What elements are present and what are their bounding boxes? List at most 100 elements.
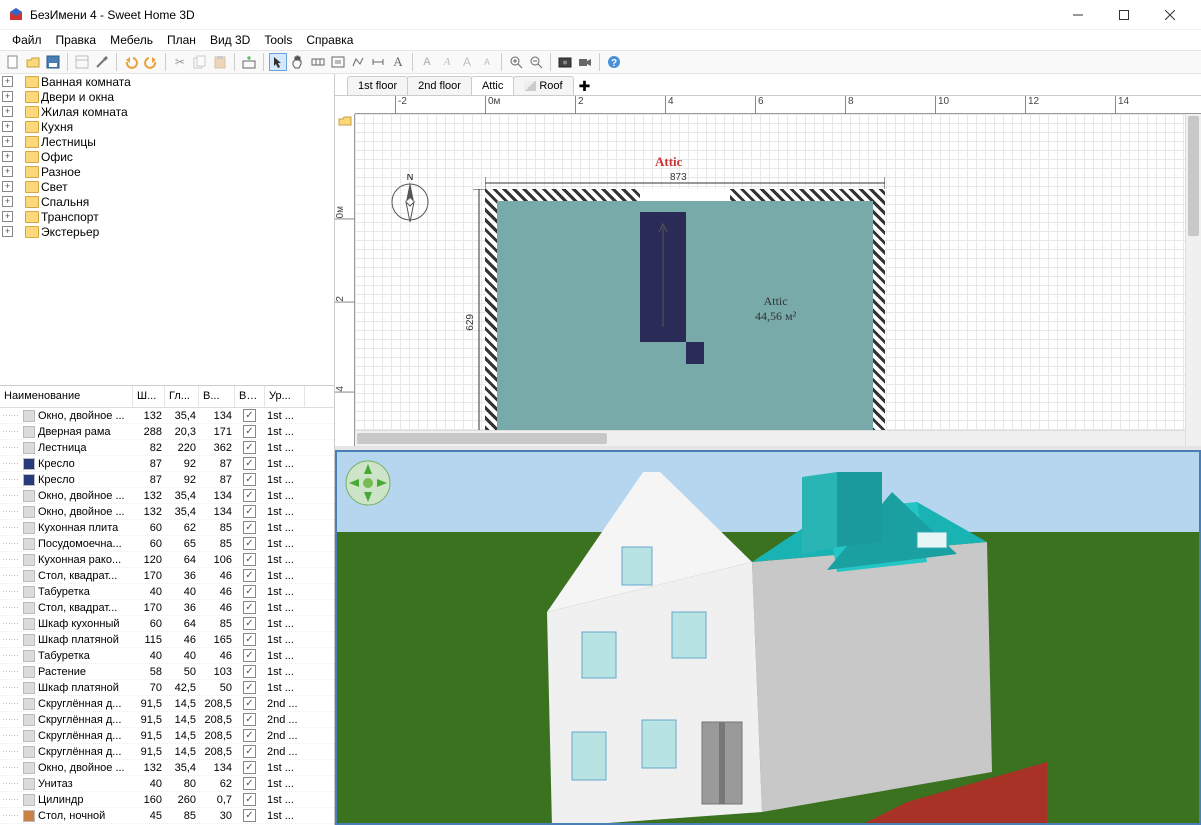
col-width[interactable]: Ш... xyxy=(133,386,165,407)
text-italic-icon[interactable]: A xyxy=(438,53,456,71)
polyline-tool-icon[interactable] xyxy=(349,53,367,71)
menu-edit[interactable]: Правка xyxy=(50,31,103,49)
expand-icon[interactable]: + xyxy=(2,226,13,237)
nav-rosette-icon[interactable] xyxy=(345,460,391,506)
table-row[interactable]: ⋯⋯Дверная рама 288 20,3 171 ✓ 1st ... xyxy=(0,424,334,440)
visible-checkbox[interactable]: ✓ xyxy=(243,553,256,566)
close-button[interactable] xyxy=(1147,0,1193,30)
tab-attic[interactable]: Attic xyxy=(471,76,514,95)
catalog-tree[interactable]: + Ванная комната+ Двери и окна+ Жилая ко… xyxy=(0,74,334,386)
catalog-item[interactable]: + Свет xyxy=(0,179,334,194)
visible-checkbox[interactable]: ✓ xyxy=(243,777,256,790)
tab-2nd-floor[interactable]: 2nd floor xyxy=(407,76,472,95)
table-row[interactable]: ⋯⋯Окно, двойное ... 132 35,4 134 ✓ 1st .… xyxy=(0,488,334,504)
visible-checkbox[interactable]: ✓ xyxy=(243,729,256,742)
expand-icon[interactable]: + xyxy=(2,91,13,102)
tab-roof[interactable]: Roof xyxy=(513,76,573,95)
visible-checkbox[interactable]: ✓ xyxy=(243,713,256,726)
visible-checkbox[interactable]: ✓ xyxy=(243,793,256,806)
open-icon[interactable] xyxy=(24,53,42,71)
save-icon[interactable] xyxy=(44,53,62,71)
cut-icon[interactable]: ✂ xyxy=(171,53,189,71)
menu-help[interactable]: Справка xyxy=(300,31,359,49)
catalog-item[interactable]: + Спальня xyxy=(0,194,334,209)
text-size-up-icon[interactable]: A xyxy=(458,53,476,71)
visible-checkbox[interactable]: ✓ xyxy=(243,665,256,678)
visible-checkbox[interactable]: ✓ xyxy=(243,633,256,646)
catalog-item[interactable]: + Двери и окна xyxy=(0,89,334,104)
visible-checkbox[interactable]: ✓ xyxy=(243,585,256,598)
catalog-item[interactable]: + Кухня xyxy=(0,119,334,134)
table-row[interactable]: ⋯⋯Кухонная рако... 120 64 106 ✓ 1st ... xyxy=(0,552,334,568)
menu-plan[interactable]: План xyxy=(161,31,202,49)
ruler-origin-icon[interactable] xyxy=(335,114,355,128)
menu-view3d[interactable]: Вид 3D xyxy=(204,31,256,49)
table-row[interactable]: ⋯⋯Окно, двойное ... 132 35,4 134 ✓ 1st .… xyxy=(0,408,334,424)
add-furniture-icon[interactable] xyxy=(240,53,258,71)
pan-tool-icon[interactable] xyxy=(289,53,307,71)
catalog-item[interactable]: + Жилая комната xyxy=(0,104,334,119)
catalog-item[interactable]: + Офис xyxy=(0,149,334,164)
tab-1st-floor[interactable]: 1st floor xyxy=(347,76,408,95)
table-row[interactable]: ⋯⋯Стол, квадрат... 170 36 46 ✓ 1st ... xyxy=(0,568,334,584)
paste-icon[interactable] xyxy=(211,53,229,71)
catalog-item[interactable]: + Транспорт xyxy=(0,209,334,224)
zoom-out-icon[interactable] xyxy=(527,53,545,71)
table-row[interactable]: ⋯⋯Кухонная плита 60 62 85 ✓ 1st ... xyxy=(0,520,334,536)
visible-checkbox[interactable]: ✓ xyxy=(243,649,256,662)
visible-checkbox[interactable]: ✓ xyxy=(243,441,256,454)
visible-checkbox[interactable]: ✓ xyxy=(243,425,256,438)
plan-scrollbar-v[interactable] xyxy=(1185,114,1201,446)
catalog-item[interactable]: + Ванная комната xyxy=(0,74,334,89)
settings-icon[interactable] xyxy=(93,53,111,71)
visible-checkbox[interactable]: ✓ xyxy=(243,409,256,422)
table-row[interactable]: ⋯⋯Кресло 87 92 87 ✓ 1st ... xyxy=(0,456,334,472)
visible-checkbox[interactable]: ✓ xyxy=(243,473,256,486)
col-name[interactable]: Наименование xyxy=(0,386,133,407)
table-row[interactable]: ⋯⋯Стол, ночной 45 85 30 ✓ 1st ... xyxy=(0,808,334,824)
maximize-button[interactable] xyxy=(1101,0,1147,30)
table-row[interactable]: ⋯⋯Шкаф кухонный 60 64 85 ✓ 1st ... xyxy=(0,616,334,632)
menu-tools[interactable]: Tools xyxy=(258,31,298,49)
table-row[interactable]: ⋯⋯Лестница 82 220 362 ✓ 1st ... xyxy=(0,440,334,456)
expand-icon[interactable]: + xyxy=(2,166,13,177)
expand-icon[interactable]: + xyxy=(2,121,13,132)
plan-scrollbar-h[interactable] xyxy=(355,430,1185,446)
add-level-button[interactable]: ✚ xyxy=(573,77,597,95)
table-row[interactable]: ⋯⋯Посудомоечна... 60 65 85 ✓ 1st ... xyxy=(0,536,334,552)
expand-icon[interactable]: + xyxy=(2,181,13,192)
table-row[interactable]: ⋯⋯Скруглённая д... 91,5 14,5 208,5 ✓ 2nd… xyxy=(0,712,334,728)
visible-checkbox[interactable]: ✓ xyxy=(243,601,256,614)
zoom-in-icon[interactable] xyxy=(507,53,525,71)
table-row[interactable]: ⋯⋯Окно, двойное ... 132 35,4 134 ✓ 1st .… xyxy=(0,504,334,520)
col-visible[interactable]: Вид... xyxy=(235,386,265,407)
new-icon[interactable] xyxy=(4,53,22,71)
table-row[interactable]: ⋯⋯Растение 58 50 103 ✓ 1st ... xyxy=(0,664,334,680)
col-depth[interactable]: Гл... xyxy=(165,386,199,407)
wall-tool-icon[interactable] xyxy=(309,53,327,71)
view-3d[interactable] xyxy=(335,450,1201,825)
visible-checkbox[interactable]: ✓ xyxy=(243,809,256,822)
table-row[interactable]: ⋯⋯Скруглённая д... 91,5 14,5 208,5 ✓ 2nd… xyxy=(0,728,334,744)
catalog-item[interactable]: + Лестницы xyxy=(0,134,334,149)
undo-icon[interactable] xyxy=(122,53,140,71)
table-row[interactable]: ⋯⋯Скруглённая д... 91,5 14,5 208,5 ✓ 2nd… xyxy=(0,696,334,712)
visible-checkbox[interactable]: ✓ xyxy=(243,489,256,502)
table-row[interactable]: ⋯⋯Шкаф платяной 70 42,5 50 ✓ 1st ... xyxy=(0,680,334,696)
table-row[interactable]: ⋯⋯Табуретка 40 40 46 ✓ 1st ... xyxy=(0,584,334,600)
table-row[interactable]: ⋯⋯Скруглённая д... 91,5 14,5 208,5 ✓ 2nd… xyxy=(0,744,334,760)
table-row[interactable]: ⋯⋯Окно, двойное ... 132 35,4 134 ✓ 1st .… xyxy=(0,760,334,776)
visible-checkbox[interactable]: ✓ xyxy=(243,617,256,630)
table-row[interactable]: ⋯⋯Табуретка 40 40 46 ✓ 1st ... xyxy=(0,648,334,664)
catalog-item[interactable]: + Экстерьер xyxy=(0,224,334,239)
text-bold-icon[interactable]: A xyxy=(418,53,436,71)
redo-icon[interactable] xyxy=(142,53,160,71)
stairwell[interactable] xyxy=(640,212,686,342)
menu-file[interactable]: Файл xyxy=(6,31,48,49)
visible-checkbox[interactable]: ✓ xyxy=(243,521,256,534)
visible-checkbox[interactable]: ✓ xyxy=(243,681,256,694)
catalog-item[interactable]: + Разное xyxy=(0,164,334,179)
expand-icon[interactable]: + xyxy=(2,76,13,87)
visible-checkbox[interactable]: ✓ xyxy=(243,697,256,710)
expand-icon[interactable]: + xyxy=(2,211,13,222)
